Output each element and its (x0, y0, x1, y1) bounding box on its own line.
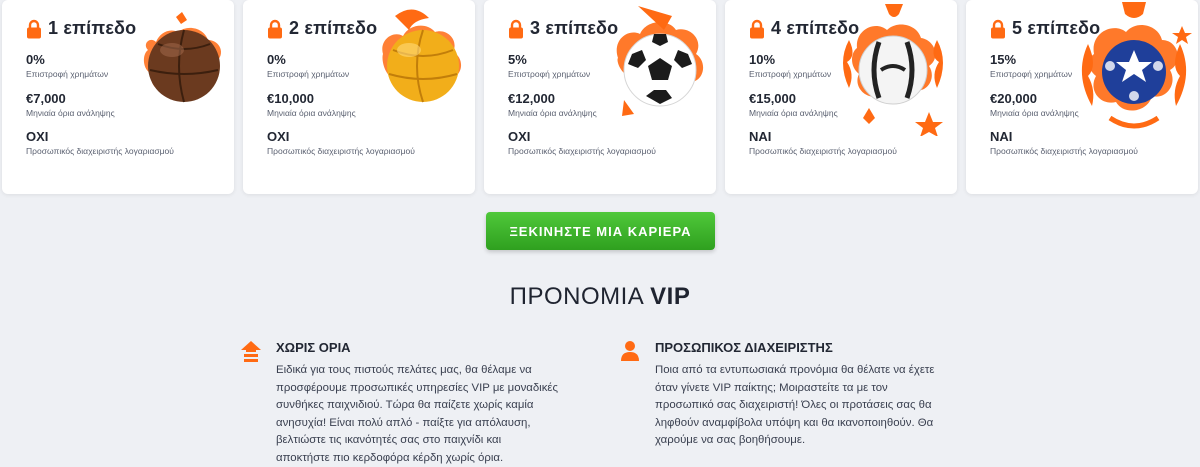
level-card-1: 1 επίπεδο 0% Επιστροφή χρημάτων €7,000 Μ… (2, 0, 234, 194)
feature-line: προσωπικό σας διαχειριστή! Όλες οι προτά… (655, 397, 934, 415)
cashback-label: Επιστροφή χρημάτων (26, 69, 108, 79)
level-header: 1 επίπεδο (26, 18, 136, 39)
house-arrow-icon (240, 340, 262, 362)
manager-stat: ΟΧΙ Προσωπικός διαχειριστής λογαριασμού (508, 129, 656, 156)
cashback-stat: 0% Επιστροφή χρημάτων (267, 52, 349, 79)
cashback-stat: 0% Επιστροφή χρημάτων (26, 52, 108, 79)
limit-label: Μηνιαία όρια ανάληψης (990, 108, 1079, 118)
feature-personal-manager: ΠΡΟΣΩΠΙΚΟΣ ΔΙΑΧΕΙΡΙΣΤΗΣ Ποια από τα εντυ… (619, 340, 979, 460)
level-card-3: 3 επίπεδο 5% Επιστροφή χρημάτων €12,000 … (484, 0, 716, 194)
level-card-5: 5 επίπεδο 15% Επιστροφή χρημάτων €20,000… (966, 0, 1198, 194)
feature-description: Ειδικά για τους πιστούς πελάτες μας, θα … (276, 362, 558, 467)
cashback-value: 10% (749, 52, 831, 67)
feature-line: βελτιώστε τις ικανότητές σας στο παιχνίδ… (276, 432, 558, 450)
limit-stat: €15,000 Μηνιαία όρια ανάληψης (749, 91, 838, 118)
limit-label: Μηνιαία όρια ανάληψης (749, 108, 838, 118)
cashback-value: 0% (26, 52, 108, 67)
level-card-4: 4 επίπεδο 10% Επιστροφή χρημάτων €15,000… (725, 0, 957, 194)
section-title: ΠΡΟΝΟΜΙΑ VIP (0, 283, 1200, 311)
cashback-stat: 10% Επιστροφή χρημάτων (749, 52, 831, 79)
limit-value: €12,000 (508, 91, 597, 106)
modern-white-ball-icon (829, 0, 957, 136)
feature-line: ανησυχία! Είναι πολύ απλό - παίξτε για α… (276, 415, 558, 433)
cashback-stat: 5% Επιστροφή χρημάτων (508, 52, 590, 79)
manager-label: Προσωπικός διαχειριστής λογαριασμού (26, 146, 174, 156)
feature-description: Ποια από τα εντυπωσιακά προνόμια θα θέλα… (655, 362, 934, 450)
feature-line: συνθήκες παιχνιδιού. Τώρα θα παίζετε χωρ… (276, 397, 558, 415)
manager-value: ΟΧΙ (26, 129, 174, 144)
manager-value: ΟΧΙ (508, 129, 656, 144)
star-blue-ball-icon (1070, 0, 1198, 140)
limit-label: Μηνιαία όρια ανάληψης (267, 108, 356, 118)
lock-icon (990, 19, 1006, 39)
lock-icon (26, 19, 42, 39)
vip-levels-row: 1 επίπεδο 0% Επιστροφή χρημάτων €7,000 Μ… (0, 0, 1200, 194)
limit-stat: €20,000 Μηνιαία όρια ανάληψης (990, 91, 1079, 118)
classic-soccer-ball-icon (602, 0, 716, 130)
manager-stat: ΟΧΙ Προσωπικός διαχειριστής λογαριασμού (267, 129, 415, 156)
cashback-stat: 15% Επιστροφή χρημάτων (990, 52, 1072, 79)
limit-value: €20,000 (990, 91, 1079, 106)
lock-icon (267, 19, 283, 39)
feature-no-limits: ΧΩΡΙΣ ΟΡΙΑ Ειδικά για τους πιστούς πελάτ… (240, 340, 600, 460)
feature-line: όταν γίνετε VIP παίκτης; Μοιραστείτε τα … (655, 380, 934, 398)
feature-title: ΧΩΡΙΣ ΟΡΙΑ (276, 340, 351, 355)
feature-line: χαρούμε να σας βοηθήσουμε. (655, 432, 934, 450)
lock-icon (508, 19, 524, 39)
limit-value: €10,000 (267, 91, 356, 106)
lock-icon (749, 19, 765, 39)
feature-line: ληφθούν αναμφίβολα υπόψη και θα ικανοποι… (655, 415, 934, 433)
feature-line: αποκτήστε πιο κερδοφόρα κέρδη χωρίς όρια… (276, 450, 558, 467)
manager-stat: ΟΧΙ Προσωπικός διαχειριστής λογαριασμού (26, 129, 174, 156)
cashback-label: Επιστροφή χρημάτων (508, 69, 590, 79)
feature-title: ΠΡΟΣΩΠΙΚΟΣ ΔΙΑΧΕΙΡΙΣΤΗΣ (655, 340, 833, 355)
vintage-yellow-ball-icon (369, 2, 475, 126)
cashback-label: Επιστροφή χρημάτων (267, 69, 349, 79)
manager-label: Προσωπικός διαχειριστής λογαριασμού (267, 146, 415, 156)
cashback-label: Επιστροφή χρημάτων (990, 69, 1072, 79)
cashback-label: Επιστροφή χρημάτων (749, 69, 831, 79)
feature-line: Ποια από τα εντυπωσιακά προνόμια θα θέλα… (655, 362, 934, 380)
level-title: 1 επίπεδο (48, 18, 136, 39)
section-title-bold: VIP (650, 283, 690, 310)
limit-stat: €7,000 Μηνιαία όρια ανάληψης (26, 91, 115, 118)
feature-line: προσφέρουμε προσωπικές υπηρεσίες VIP με … (276, 380, 558, 398)
section-title-prefix: ΠΡΟΝΟΜΙΑ (510, 283, 651, 310)
limit-stat: €12,000 Μηνιαία όρια ανάληψης (508, 91, 597, 118)
cashback-value: 15% (990, 52, 1072, 67)
feature-line: Ειδικά για τους πιστούς πελάτες μας, θα … (276, 362, 558, 380)
cashback-value: 5% (508, 52, 590, 67)
level-header: 2 επίπεδο (267, 18, 377, 39)
limit-value: €7,000 (26, 91, 115, 106)
manager-label: Προσωπικός διαχειριστής λογαριασμού (508, 146, 656, 156)
start-career-button[interactable]: ΞΕΚΙΝΗΣΤΕ ΜΙΑ ΚΑΡΙΕΡΑ (486, 212, 715, 250)
manager-label: Προσωπικός διαχειριστής λογαριασμού (749, 146, 897, 156)
limit-stat: €10,000 Μηνιαία όρια ανάληψης (267, 91, 356, 118)
level-title: 2 επίπεδο (289, 18, 377, 39)
manager-label: Προσωπικός διαχειριστής λογαριασμού (990, 146, 1138, 156)
level-card-2: 2 επίπεδο 0% Επιστροφή χρημάτων €10,000 … (243, 0, 475, 194)
limit-value: €15,000 (749, 91, 838, 106)
cashback-value: 0% (267, 52, 349, 67)
manager-value: ΟΧΙ (267, 129, 415, 144)
limit-label: Μηνιαία όρια ανάληψης (26, 108, 115, 118)
person-icon (619, 340, 641, 362)
limit-label: Μηνιαία όρια ανάληψης (508, 108, 597, 118)
vintage-brown-ball-icon (130, 4, 234, 124)
